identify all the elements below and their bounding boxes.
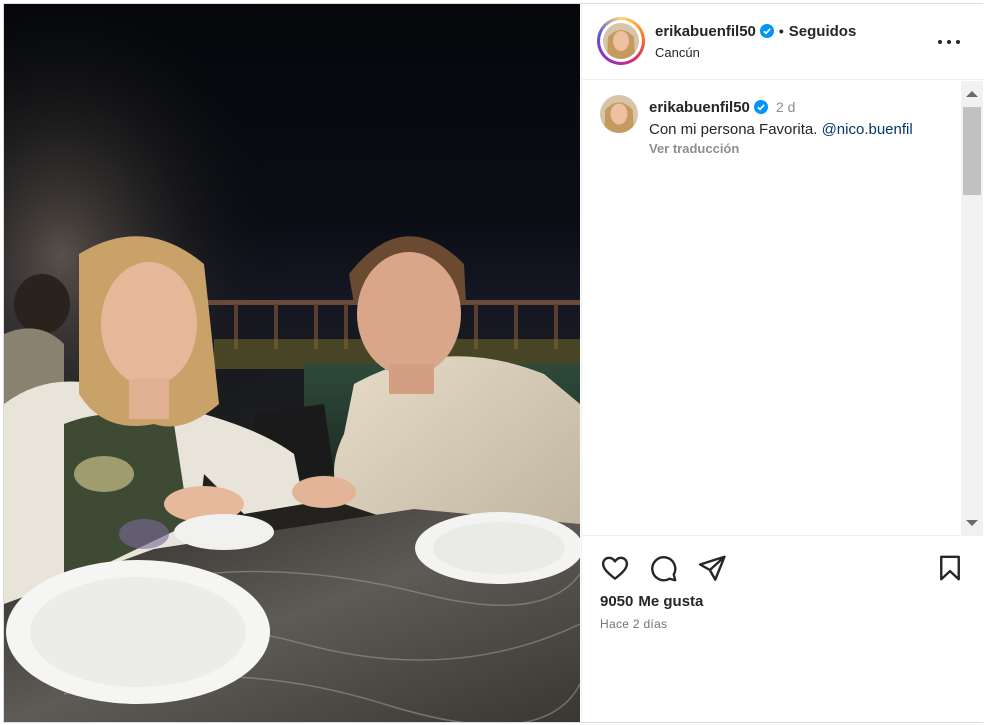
post-timestamp[interactable]: Hace 2 días xyxy=(600,617,667,631)
scroll-down-arrow-icon[interactable] xyxy=(966,520,978,526)
caption-avatar[interactable] xyxy=(600,95,638,133)
more-options-icon[interactable] xyxy=(938,32,960,50)
share-icon[interactable] xyxy=(697,553,727,583)
verified-badge-icon xyxy=(759,24,774,42)
comments-section: erikabuenfil50 2 d Con mi persona Favori… xyxy=(582,81,984,536)
post-location[interactable]: Cancún xyxy=(655,45,700,60)
comments-scrollbar[interactable] xyxy=(961,81,983,536)
likes-label: Me gusta xyxy=(638,593,704,610)
post-details-panel: erikabuenfil50 • Seguidos Cancún erikabue… xyxy=(581,4,984,722)
author-avatar[interactable] xyxy=(597,17,645,65)
follow-status-button[interactable]: Seguidos xyxy=(789,23,857,40)
bookmark-icon[interactable] xyxy=(935,553,965,583)
caption-text: Con mi persona Favorita. @nico.buenfil xyxy=(649,121,913,138)
likes-number: 9050 xyxy=(600,593,634,610)
mention-link[interactable]: @nico.buenfil xyxy=(822,121,913,138)
caption-body: Con mi persona Favorita. xyxy=(649,121,818,138)
photo-scene xyxy=(4,4,580,722)
caption-username[interactable]: erikabuenfil50 xyxy=(649,99,750,116)
heart-icon[interactable] xyxy=(600,553,630,583)
verified-badge-icon xyxy=(753,100,768,118)
action-bar xyxy=(582,537,984,597)
scrollbar-thumb[interactable] xyxy=(963,107,981,195)
caption-time[interactable]: 2 d xyxy=(776,99,795,115)
scroll-up-arrow-icon[interactable] xyxy=(966,91,978,97)
post-dialog: erikabuenfil50 • Seguidos Cancún erikabue… xyxy=(3,3,984,723)
post-photo[interactable] xyxy=(4,4,580,722)
see-translation-link[interactable]: Ver traducción xyxy=(649,141,739,156)
post-header: erikabuenfil50 • Seguidos Cancún xyxy=(582,4,984,80)
separator-dot: • xyxy=(778,23,784,39)
author-username[interactable]: erikabuenfil50 xyxy=(655,23,756,40)
comment-icon[interactable] xyxy=(648,553,678,583)
likes-count[interactable]: 9050 Me gusta xyxy=(600,593,703,610)
